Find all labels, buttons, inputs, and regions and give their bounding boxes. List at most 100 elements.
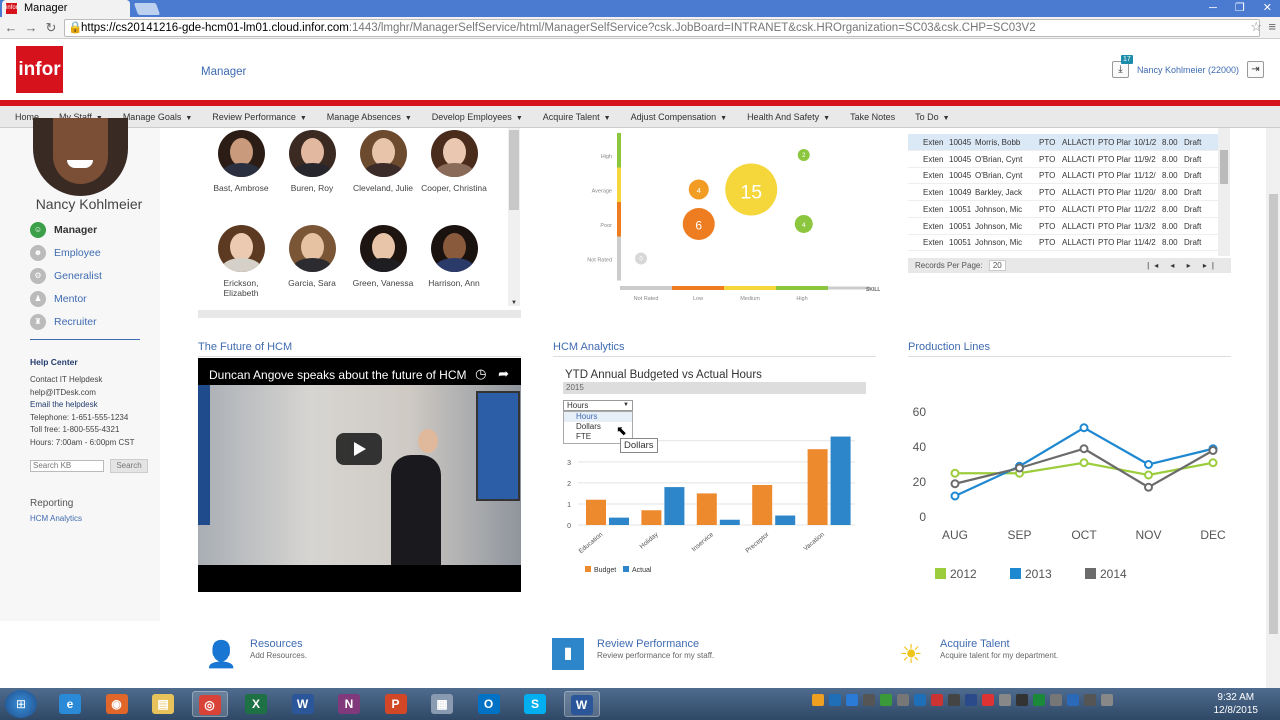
staff-card[interactable]: Erickson, Elizabeth (206, 225, 276, 298)
calculator-icon[interactable]: ▦ (424, 691, 460, 717)
file-explorer-icon[interactable]: ▤ (145, 691, 181, 717)
staff-card[interactable]: Green, Vanessa (348, 225, 418, 288)
nav-item-7[interactable]: Adjust Compensation ▼ (631, 112, 728, 122)
nav-item-8[interactable]: Health And Safety ▼ (747, 112, 830, 122)
powerpoint-icon[interactable]: P (378, 691, 414, 717)
logout-button[interactable]: ⇥ (1247, 61, 1264, 78)
nav-item-9[interactable]: Take Notes (850, 112, 895, 122)
skype-icon[interactable]: S (517, 691, 553, 717)
tray-icon[interactable] (1050, 694, 1062, 706)
share-icon[interactable]: ➦ (498, 366, 509, 381)
tray-icon[interactable] (1084, 694, 1096, 706)
url-input[interactable]: 🔒 https://cs20141216-gde-hcm01-lm01.clou… (64, 19, 1260, 37)
data-point[interactable] (1208, 446, 1218, 455)
staff-card[interactable]: Cooper, Christina (419, 130, 489, 193)
bar[interactable] (696, 493, 717, 525)
role-mentor[interactable]: ♟ Mentor (30, 291, 87, 307)
data-point[interactable] (950, 468, 960, 478)
download-button[interactable]: ⤓ 17 (1111, 55, 1133, 78)
reload-icon[interactable]: ↻ (42, 17, 60, 39)
tray-icon[interactable] (829, 694, 841, 706)
staff-scrollbar[interactable]: ▼ (508, 128, 520, 306)
bar[interactable] (664, 487, 685, 525)
data-point[interactable] (1208, 458, 1218, 468)
dropdown-option[interactable]: Hours (564, 412, 632, 422)
data-point[interactable] (1079, 444, 1089, 454)
tray-icon[interactable] (948, 694, 960, 706)
staff-card[interactable]: Harrison, Ann (419, 225, 489, 288)
new-tab-button[interactable] (133, 3, 161, 15)
outlook-icon[interactable]: O (471, 691, 507, 717)
data-point[interactable] (1144, 482, 1153, 492)
tray-icon[interactable] (812, 694, 824, 706)
bar[interactable] (586, 499, 606, 525)
staff-card[interactable]: Buren, Roy (277, 130, 347, 193)
system-clock[interactable]: 9:32 AM 12/8/2015 (1214, 691, 1259, 717)
close-icon[interactable]: ✕ (1263, 0, 1272, 17)
records-scrollbar[interactable] (1218, 128, 1230, 256)
maximize-icon[interactable]: ❐ (1235, 0, 1245, 17)
back-arrow-icon[interactable]: ← (2, 17, 20, 39)
watch-later-icon[interactable]: ◷ (475, 366, 486, 381)
internet-explorer-icon[interactable]: e (52, 691, 88, 717)
play-button[interactable] (336, 433, 382, 465)
table-row[interactable]: Exten 10051 Johnson, Mic PTO ALLACTI PTO Plar… (908, 234, 1218, 252)
tray-icon[interactable] (931, 694, 943, 706)
bar[interactable] (807, 449, 828, 525)
data-point[interactable] (1144, 470, 1153, 480)
onenote-icon[interactable]: N (331, 691, 367, 717)
tray-icon[interactable] (863, 694, 875, 706)
data-point[interactable] (950, 491, 960, 501)
measure-dropdown[interactable]: Hours ▼ (563, 400, 633, 411)
table-row[interactable]: Exten 10051 Johnson, Mic PTO ALLACTI PTO Plar… (908, 218, 1218, 235)
bar[interactable] (775, 515, 796, 525)
search-button[interactable]: Search (110, 459, 148, 473)
tray-icon[interactable] (982, 694, 994, 706)
infor-logo[interactable]: infor (16, 46, 63, 93)
email-helpdesk-link[interactable]: Email the helpdesk (30, 400, 98, 409)
quick-link-review-performance[interactable]: ▮ Review Performance Review performance fo… (552, 638, 852, 678)
browser-tab[interactable]: Manager (2, 0, 130, 17)
table-row[interactable]: Exten 10051 Johnson, Mic PTO ALLACTI PTO Plar… (908, 201, 1218, 218)
role-generalist[interactable]: ⚙ Generalist (30, 268, 102, 284)
quick-link-resources[interactable]: 👤 Resources Add Resources. (205, 638, 505, 678)
tray-icon[interactable] (914, 694, 926, 706)
firefox-icon[interactable]: ◉ (99, 691, 135, 717)
word-document-icon[interactable]: W (563, 691, 600, 717)
tray-icon[interactable] (880, 694, 892, 706)
user-name-link[interactable]: Nancy Kohlmeier (22000) (1137, 65, 1239, 75)
bar[interactable] (641, 510, 662, 525)
data-point[interactable] (1144, 460, 1153, 469)
role-recruiter[interactable]: ♜ Recruiter (30, 314, 97, 330)
minimize-icon[interactable]: ─ (1209, 0, 1217, 17)
bar[interactable] (719, 519, 740, 525)
windows-start-icon[interactable]: ⊞ (5, 690, 37, 718)
bookmark-star-icon[interactable]: ☆ (1250, 19, 1262, 35)
role-manager[interactable]: ☺ Manager (30, 222, 97, 238)
role-employee[interactable]: ☻ Employee (30, 245, 101, 261)
excel-icon[interactable]: X (238, 691, 274, 717)
tray-icon[interactable] (1016, 694, 1028, 706)
nav-item-10[interactable]: To Do ▼ (915, 112, 949, 122)
search-kb-input[interactable]: Search KB (30, 460, 104, 472)
page-scrollbar[interactable] (1266, 128, 1280, 688)
tray-icon[interactable] (1067, 694, 1079, 706)
tray-icon[interactable] (846, 694, 858, 706)
table-row[interactable]: Exten 10049 Barkley, Jack PTO ALLACTI PTO Pla… (908, 184, 1218, 202)
forward-arrow-icon[interactable]: → (22, 17, 40, 39)
table-row[interactable]: Exten 10045 O'Brian, Cynt PTO ALLACTI PTO Pla… (908, 167, 1218, 185)
pager-controls[interactable]: |◂ ◂ ▸ ▸| (1147, 258, 1219, 273)
data-point[interactable] (1015, 463, 1024, 473)
staff-card[interactable]: Garcia, Sara (277, 225, 347, 288)
tray-icon[interactable] (999, 694, 1011, 706)
browser-menu-icon[interactable]: ≡ (1268, 19, 1276, 34)
table-row[interactable]: Exten 10045 Morris, Bobb PTO ALLACTI PTO Plar… (908, 134, 1218, 151)
nav-item-6[interactable]: Acquire Talent ▼ (543, 112, 611, 122)
staff-card[interactable]: Bast, Ambrose (206, 130, 276, 193)
table-row[interactable]: Exten 10045 O'Brian, Cynt PTO ALLACTI PTO Pla… (908, 151, 1218, 168)
nav-item-3[interactable]: Review Performance ▼ (212, 112, 306, 122)
records-per-page-select[interactable]: 20 (988, 260, 1006, 271)
word-icon[interactable]: W (285, 691, 321, 717)
staff-card[interactable]: Cleveland, Julie (348, 130, 418, 193)
bar[interactable] (609, 517, 629, 525)
